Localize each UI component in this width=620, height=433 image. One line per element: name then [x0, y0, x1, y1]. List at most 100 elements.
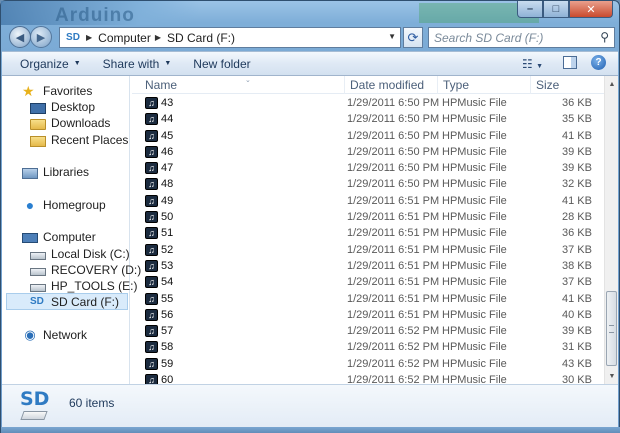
nav-computer[interactable]: Computer — [22, 229, 96, 245]
music-note-icon: ♫ — [145, 162, 158, 175]
file-row[interactable]: ♫ 43 1/29/2011 6:50 PM HPMusic File 36 KB — [132, 95, 604, 111]
file-name: 53 — [161, 259, 174, 272]
file-date-modified: 1/29/2011 6:51 PM — [347, 276, 440, 289]
column-header-type[interactable]: Type — [437, 76, 530, 94]
file-date-modified: 1/29/2011 6:50 PM — [347, 178, 440, 191]
nav-favorites-label: Favorites — [43, 84, 93, 98]
sort-indicator-icon: ⌄ — [245, 77, 251, 84]
new-folder-label: New folder — [193, 56, 251, 71]
music-note-icon: ♫ — [145, 178, 158, 191]
nav-homegroup[interactable]: ● Homegroup — [22, 197, 106, 213]
breadcrumb-sd-card[interactable]: SD Card (F:) — [167, 31, 235, 45]
minimize-button[interactable]: – — [517, 1, 543, 18]
file-row[interactable]: ♫ 49 1/29/2011 6:51 PM HPMusic File 41 KB — [132, 193, 604, 209]
details-pane: SD 60 items — [2, 384, 618, 427]
file-row[interactable]: ♫ 56 1/29/2011 6:51 PM HPMusic File 40 KB — [132, 307, 604, 323]
file-type: HPMusic File — [442, 113, 507, 126]
nav-local-disk[interactable]: Local Disk (C:) — [30, 246, 130, 262]
breadcrumb-separator-icon[interactable]: ▶ — [155, 33, 161, 42]
file-row[interactable]: ♫ 57 1/29/2011 6:52 PM HPMusic File 39 KB — [132, 323, 604, 339]
file-row[interactable]: ♫ 54 1/29/2011 6:51 PM HPMusic File 37 KB — [132, 274, 604, 290]
file-row[interactable]: ♫ 48 1/29/2011 6:50 PM HPMusic File 32 KB — [132, 176, 604, 192]
search-icon[interactable]: ⚲ — [600, 30, 609, 44]
file-size: 35 KB — [562, 113, 592, 126]
nav-libraries[interactable]: Libraries — [22, 164, 89, 180]
file-row[interactable]: ♫ 55 1/29/2011 6:51 PM HPMusic File 41 KB — [132, 291, 604, 307]
nav-favorites[interactable]: ★ Favorites — [22, 83, 92, 99]
file-size: 43 KB — [562, 357, 592, 370]
close-button[interactable]: ✕ — [569, 1, 613, 18]
file-date-modified: 1/29/2011 6:50 PM — [347, 129, 440, 142]
hard-drive-icon — [30, 252, 46, 260]
forward-button[interactable]: ▶ — [30, 26, 52, 48]
file-name: 59 — [161, 357, 174, 370]
music-note-icon: ♫ — [145, 357, 158, 370]
file-name: 47 — [161, 162, 174, 175]
scrollbar-thumb[interactable] — [606, 291, 617, 366]
nav-downloads[interactable]: Downloads — [30, 115, 110, 131]
file-name: 57 — [161, 325, 174, 338]
file-row[interactable]: ♫ 53 1/29/2011 6:51 PM HPMusic File 38 KB — [132, 258, 604, 274]
nav-sd-card[interactable]: SD SD Card (F:) — [30, 294, 119, 310]
preview-pane-button[interactable] — [563, 56, 577, 69]
sd-card-large-icon: SD — [20, 389, 50, 423]
file-row[interactable]: ♫ 59 1/29/2011 6:52 PM HPMusic File 43 KB — [132, 356, 604, 372]
breadcrumb-separator-icon[interactable]: ▶ — [86, 33, 92, 42]
nav-desktop[interactable]: Desktop — [30, 99, 95, 115]
help-button[interactable]: ? — [591, 55, 606, 70]
scroll-down-arrow-icon[interactable]: ▼ — [605, 368, 619, 384]
network-icon: ◉ — [24, 327, 36, 342]
file-list: Name ⌄ Date modified Type Size ♫ 43 1/29/20… — [132, 76, 604, 387]
scroll-up-arrow-icon[interactable]: ▲ — [605, 76, 619, 92]
close-icon: ✕ — [586, 3, 596, 16]
file-type: HPMusic File — [442, 308, 507, 321]
nav-recovery-label: RECOVERY (D:) — [51, 263, 142, 277]
address-bar[interactable]: SD ▶ Computer ▶ SD Card (F:) ▼ — [59, 27, 401, 48]
nav-recovery[interactable]: RECOVERY (D:) — [30, 262, 141, 278]
nav-local-disk-label: Local Disk (C:) — [51, 247, 130, 261]
new-folder-button[interactable]: New folder — [193, 57, 250, 71]
back-button[interactable]: ◀ — [9, 26, 31, 48]
nav-homegroup-label: Homegroup — [43, 198, 106, 212]
column-header-name[interactable]: Name ⌄ — [140, 76, 344, 94]
file-size: 28 KB — [562, 211, 592, 224]
item-count: 60 items — [69, 396, 115, 410]
file-date-modified: 1/29/2011 6:50 PM — [347, 145, 440, 158]
file-type: HPMusic File — [442, 259, 507, 272]
file-row[interactable]: ♫ 51 1/29/2011 6:51 PM HPMusic File 36 KB — [132, 225, 604, 241]
refresh-button[interactable]: ⟳ — [403, 27, 423, 48]
nav-recent-places[interactable]: Recent Places — [30, 132, 128, 148]
maximize-button[interactable]: □ — [543, 1, 569, 18]
file-row[interactable]: ♫ 44 1/29/2011 6:50 PM HPMusic File 35 KB — [132, 111, 604, 127]
column-header-date[interactable]: Date modified — [344, 76, 437, 94]
file-row[interactable]: ♫ 47 1/29/2011 6:50 PM HPMusic File 39 KB — [132, 160, 604, 176]
file-type: HPMusic File — [442, 227, 507, 240]
change-view-button[interactable]: ☷ ▼ — [522, 57, 543, 71]
file-name: 51 — [161, 227, 174, 240]
window-bottom-border — [1, 427, 620, 433]
file-row[interactable]: ♫ 50 1/29/2011 6:51 PM HPMusic File 28 KB — [132, 209, 604, 225]
file-row[interactable]: ♫ 46 1/29/2011 6:50 PM HPMusic File 39 KB — [132, 144, 604, 160]
share-with-menu[interactable]: Share with ▼ — [103, 57, 172, 71]
maximize-icon: □ — [552, 3, 560, 15]
sd-card-icon: SD — [30, 296, 44, 307]
file-date-modified: 1/29/2011 6:51 PM — [347, 211, 440, 224]
search-input[interactable]: Search SD Card (F:) ⚲ — [428, 27, 615, 48]
column-header-size[interactable]: Size — [530, 76, 604, 94]
file-type: HPMusic File — [442, 276, 507, 289]
file-row[interactable]: ♫ 58 1/29/2011 6:52 PM HPMusic File 31 KB — [132, 339, 604, 355]
nav-network[interactable]: ◉ Network — [22, 327, 87, 343]
file-row[interactable]: ♫ 45 1/29/2011 6:50 PM HPMusic File 41 KB — [132, 128, 604, 144]
address-dropdown-icon[interactable]: ▼ — [388, 32, 396, 41]
file-name: 58 — [161, 341, 174, 354]
nav-desktop-label: Desktop — [51, 100, 96, 114]
vertical-scrollbar[interactable]: ▲ ▼ — [604, 76, 618, 384]
file-name: 46 — [161, 145, 174, 158]
file-date-modified: 1/29/2011 6:52 PM — [347, 357, 440, 370]
file-type: HPMusic File — [442, 243, 507, 256]
organize-menu[interactable]: Organize ▼ — [20, 57, 81, 71]
nav-hp-tools[interactable]: HP_TOOLS (E:) — [30, 278, 137, 294]
file-name: 43 — [161, 97, 174, 109]
breadcrumb-computer[interactable]: Computer — [98, 31, 151, 45]
file-row[interactable]: ♫ 52 1/29/2011 6:51 PM HPMusic File 37 KB — [132, 242, 604, 258]
